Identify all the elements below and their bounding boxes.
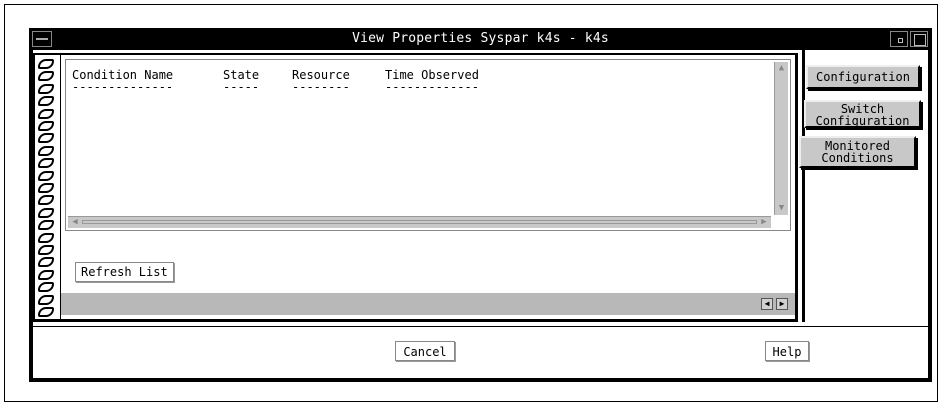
button-bar-divider <box>33 326 928 327</box>
spiral-ring <box>38 158 54 169</box>
spiral-ring <box>38 121 54 131</box>
column-rule-time-observed: ------------- <box>385 80 479 94</box>
spiral-binding-icon <box>35 55 61 319</box>
arrow-left-icon[interactable]: ◀ <box>69 217 81 228</box>
spiral-ring <box>38 307 54 317</box>
refresh-list-button[interactable]: Refresh List <box>75 262 174 282</box>
minimize-icon[interactable] <box>890 31 908 47</box>
spiral-ring <box>38 207 54 218</box>
tab-label-line2: Conditions <box>821 151 894 165</box>
arrow-up-icon[interactable]: ▲ <box>776 63 787 73</box>
spiral-ring <box>38 71 54 82</box>
arrow-down-icon[interactable]: ▼ <box>776 203 787 213</box>
spiral-ring <box>38 245 54 255</box>
cancel-button[interactable]: Cancel <box>395 341 455 361</box>
next-page-icon[interactable]: ▶ <box>776 298 788 310</box>
spiral-ring <box>38 195 54 206</box>
help-button[interactable]: Help <box>765 341 809 361</box>
tab-monitored-conditions[interactable]: Monitored Conditions <box>799 136 916 168</box>
spiral-ring <box>38 282 54 293</box>
spiral-ring <box>38 269 54 280</box>
window-title: View Properties Syspar k4s - k4s <box>352 31 609 46</box>
tab-label-line2: Configuration <box>815 114 910 128</box>
tab-binding-edge <box>802 50 805 322</box>
arrow-right-icon[interactable]: ▶ <box>758 217 770 228</box>
list-content[interactable]: Condition Name State Resource Time Obser… <box>68 62 771 210</box>
spiral-ring <box>38 133 54 144</box>
column-rule-resource: -------- <box>292 80 350 94</box>
spiral-ring <box>38 183 54 193</box>
column-rule-state: ----- <box>223 80 260 94</box>
tab-switch-configuration[interactable]: Switch Configuration <box>804 100 921 128</box>
dialog-client-area: Condition Name State Resource Time Obser… <box>33 50 928 378</box>
vertical-scrollbar[interactable]: ▲ ▼ <box>774 62 788 215</box>
spiral-ring <box>38 96 54 107</box>
spiral-ring <box>38 232 54 243</box>
spiral-ring <box>38 83 54 94</box>
scroll-track[interactable] <box>82 220 757 224</box>
tab-configuration[interactable]: Configuration <box>806 65 920 89</box>
column-rule-condition-name: -------------- <box>72 80 174 94</box>
dialog-window: View Properties Syspar k4s - k4s Conditi… <box>29 28 932 382</box>
notebook-page: Condition Name State Resource Time Obser… <box>33 53 798 322</box>
conditions-list[interactable]: Condition Name State Resource Time Obser… <box>65 59 791 231</box>
page-footer: ◀ ▶ <box>61 293 795 315</box>
horizontal-scrollbar[interactable]: ◀ ▶ <box>68 216 771 228</box>
spiral-ring <box>38 294 54 305</box>
spiral-ring <box>38 257 54 268</box>
spiral-ring <box>38 220 54 231</box>
previous-page-icon[interactable]: ◀ <box>761 298 773 310</box>
maximize-icon[interactable] <box>910 31 928 47</box>
spiral-ring <box>38 170 54 181</box>
tab-label: Configuration <box>816 70 910 84</box>
spiral-ring <box>38 108 54 119</box>
spiral-ring <box>38 145 54 156</box>
spiral-ring <box>38 59 54 69</box>
title-bar[interactable]: View Properties Syspar k4s - k4s <box>29 28 932 50</box>
